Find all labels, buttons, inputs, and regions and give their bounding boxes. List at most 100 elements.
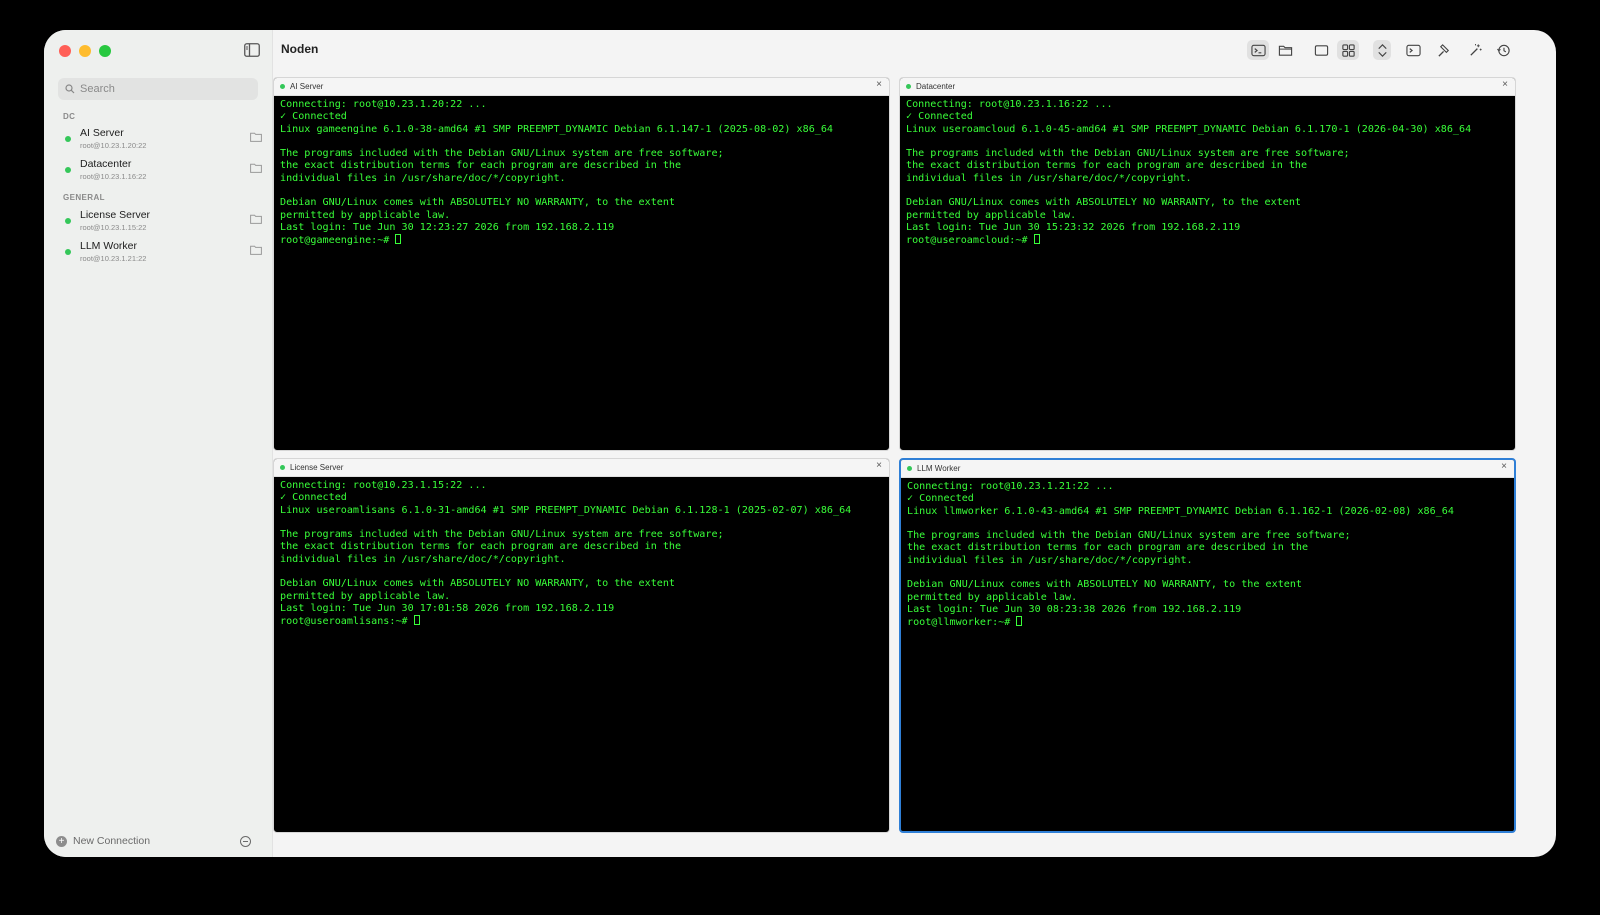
pane-title: LLM Worker	[917, 464, 961, 473]
status-dot	[280, 465, 285, 470]
terminal-line: permitted by applicable law.	[280, 590, 451, 602]
terminal-line: Debian GNU/Linux comes with ABSOLUTELY N…	[280, 197, 676, 209]
host-name: LLM Worker	[80, 240, 137, 252]
terminal-line: individual files in /usr/share/doc/*/cop…	[280, 553, 566, 565]
terminal-line: ✓ Connected	[280, 111, 347, 123]
terminal-cursor	[1033, 234, 1040, 245]
terminal-prompt: root@gameengine:~#	[280, 235, 396, 247]
close-icon[interactable]: ×	[876, 460, 882, 471]
terminal-line: permitted by applicable law.	[906, 209, 1077, 221]
terminal-line: Linux llmworker 6.1.0-43-amd64 #1 SMP PR…	[907, 505, 1454, 517]
search-field[interactable]	[58, 78, 258, 100]
group-label-dc: DC	[63, 112, 76, 121]
terminal-line: ✓ Connected	[280, 492, 347, 504]
status-dot	[65, 249, 71, 255]
remove-connection-icon[interactable]	[240, 836, 251, 847]
host-address: root@10.23.1.21:22	[80, 254, 147, 263]
terminal-line: ✓ Connected	[906, 111, 973, 123]
status-dot	[280, 84, 285, 89]
terminal-output[interactable]: Connecting: root@10.23.1.20:22 ... ✓ Con…	[274, 96, 889, 251]
terminal-line: the exact distribution terms for each pr…	[906, 160, 1308, 172]
terminal-line: Connecting: root@10.23.1.21:22 ...	[907, 481, 1114, 492]
terminal-line: Connecting: root@10.23.1.20:22 ...	[280, 99, 487, 110]
terminal-line: the exact distribution terms for each pr…	[907, 542, 1309, 554]
terminal-cursor	[1016, 616, 1023, 627]
terminal-icon[interactable]	[1247, 40, 1269, 60]
zoom-window-button[interactable]	[99, 45, 111, 57]
window-controls	[59, 45, 111, 57]
wand-icon[interactable]	[1464, 40, 1486, 60]
pane-header: AI Server ×	[274, 78, 889, 96]
folder-icon[interactable]	[1274, 40, 1296, 60]
terminal-prompt: root@useroamlisans:~#	[280, 616, 414, 628]
sidebar-item-llm-worker[interactable]: LLM Worker root@10.23.1.21:22	[58, 238, 264, 266]
sidebar-item-ai-server[interactable]: AI Server root@10.23.1.20:22	[58, 125, 264, 153]
sidebar: DC AI Server root@10.23.1.20:22 Datacent…	[44, 30, 273, 857]
single-pane-icon[interactable]	[1310, 40, 1332, 60]
close-icon[interactable]: ×	[1502, 79, 1508, 90]
terminal-line: the exact distribution terms for each pr…	[280, 541, 682, 553]
terminal-line: Connecting: root@10.23.1.16:22 ...	[906, 99, 1113, 110]
terminal-output[interactable]: Connecting: root@10.23.1.21:22 ... ✓ Con…	[901, 478, 1514, 633]
terminal-line: individual files in /usr/share/doc/*/cop…	[280, 172, 566, 184]
terminal-line: Last login: Tue Jun 30 15:23:32 2026 fro…	[906, 221, 1241, 233]
terminal-line: Connecting: root@10.23.1.15:22 ...	[280, 480, 487, 491]
close-icon[interactable]: ×	[1501, 461, 1507, 472]
search-icon	[65, 84, 75, 94]
terminal-output[interactable]: Connecting: root@10.23.1.16:22 ... ✓ Con…	[900, 96, 1515, 251]
terminal-line: The programs included with the Debian GN…	[906, 148, 1350, 160]
console-icon[interactable]	[1402, 40, 1424, 60]
pane-header: Datacenter ×	[900, 78, 1515, 96]
terminal-line: Debian GNU/Linux comes with ABSOLUTELY N…	[906, 197, 1302, 209]
sidebar-item-license-server[interactable]: License Server root@10.23.1.15:22	[58, 207, 264, 235]
status-dot	[65, 167, 71, 173]
terminal-line: Debian GNU/Linux comes with ABSOLUTELY N…	[907, 579, 1303, 591]
terminal-line: Linux useroamcloud 6.1.0-45-amd64 #1 SMP…	[906, 123, 1472, 135]
minimize-window-button[interactable]	[79, 45, 91, 57]
host-name: Datacenter	[80, 158, 132, 170]
history-icon[interactable]	[1492, 40, 1514, 60]
terminal-line: permitted by applicable law.	[280, 209, 451, 221]
status-dot	[65, 136, 71, 142]
terminal-line: individual files in /usr/share/doc/*/cop…	[907, 554, 1193, 566]
terminal-line: Last login: Tue Jun 30 17:01:58 2026 fro…	[280, 602, 615, 614]
pane-title: License Server	[290, 463, 344, 472]
folder-icon[interactable]	[250, 163, 262, 173]
close-icon[interactable]: ×	[876, 79, 882, 90]
terminal-line: the exact distribution terms for each pr…	[280, 160, 682, 172]
folder-icon[interactable]	[250, 245, 262, 255]
close-window-button[interactable]	[59, 45, 71, 57]
terminal-line: The programs included with the Debian GN…	[280, 148, 724, 160]
host-address: root@10.23.1.16:22	[80, 172, 147, 181]
terminal-pane-datacenter[interactable]: Datacenter × Connecting: root@10.23.1.16…	[899, 77, 1516, 451]
folder-icon[interactable]	[250, 214, 262, 224]
new-connection-label: New Connection	[73, 835, 151, 847]
terminal-output[interactable]: Connecting: root@10.23.1.15:22 ... ✓ Con…	[274, 477, 889, 632]
pane-header: License Server ×	[274, 459, 889, 477]
sidebar-item-datacenter[interactable]: Datacenter root@10.23.1.16:22	[58, 156, 264, 184]
host-address: root@10.23.1.20:22	[80, 141, 147, 150]
terminal-pane-llm-worker[interactable]: LLM Worker × Connecting: root@10.23.1.21…	[899, 458, 1516, 833]
folder-icon[interactable]	[250, 132, 262, 142]
terminal-line: permitted by applicable law.	[907, 591, 1078, 603]
status-dot	[907, 466, 912, 471]
sidebar-toggle-icon[interactable]	[244, 43, 260, 57]
search-input[interactable]	[80, 83, 250, 95]
window-title: Noden	[281, 42, 319, 56]
grid-layout-icon[interactable]	[1337, 40, 1359, 60]
group-label-general: GENERAL	[63, 193, 105, 202]
terminal-cursor	[413, 615, 420, 626]
terminal-prompt: root@useroamcloud:~#	[906, 235, 1034, 247]
hammer-icon[interactable]	[1433, 40, 1455, 60]
terminal-prompt: root@llmworker:~#	[907, 617, 1017, 629]
terminal-line: Last login: Tue Jun 30 12:23:27 2026 fro…	[280, 221, 615, 233]
terminal-pane-license-server[interactable]: License Server × Connecting: root@10.23.…	[273, 458, 890, 833]
terminal-line: Last login: Tue Jun 30 08:23:38 2026 fro…	[907, 603, 1242, 615]
terminal-line: ✓ Connected	[907, 493, 974, 505]
expand-collapse-icon[interactable]	[1373, 40, 1391, 60]
pane-title: AI Server	[290, 82, 324, 91]
terminal-pane-ai-server[interactable]: AI Server × Connecting: root@10.23.1.20:…	[273, 77, 890, 451]
new-connection-button[interactable]: + New Connection	[56, 835, 150, 847]
terminal-line: Linux gameengine 6.1.0-38-amd64 #1 SMP P…	[280, 123, 834, 135]
terminal-line: The programs included with the Debian GN…	[907, 530, 1351, 542]
